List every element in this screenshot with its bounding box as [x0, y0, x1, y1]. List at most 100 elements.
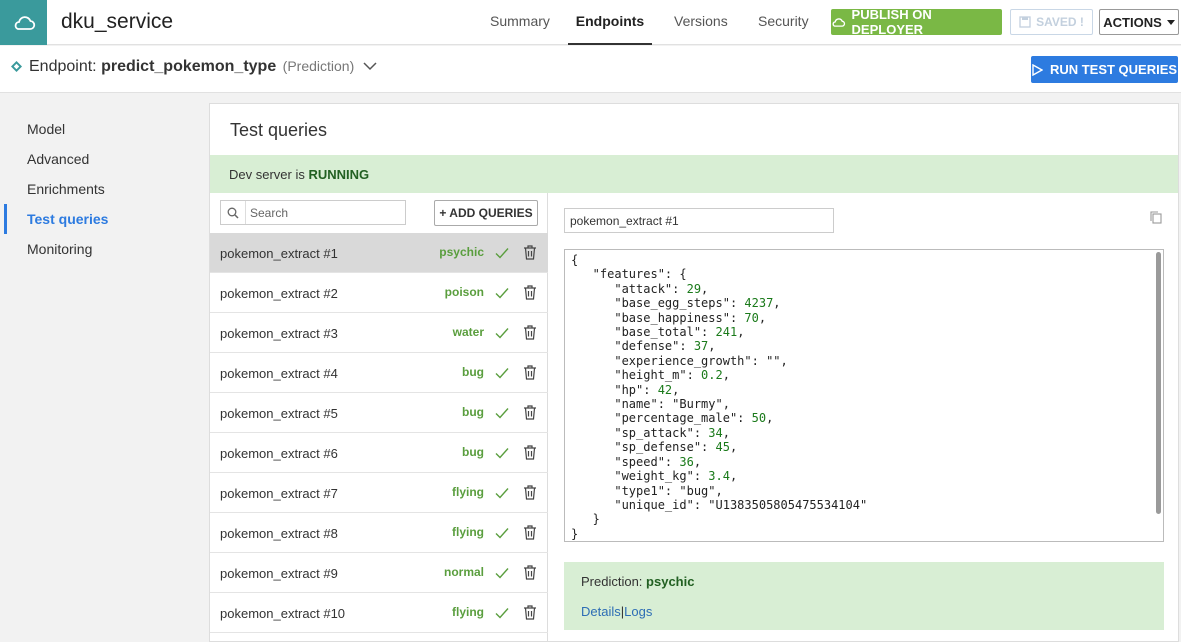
query-row[interactable]: pokemon_extract #2 poison [210, 273, 548, 313]
query-prediction-label: poison [444, 285, 484, 299]
status-prefix: Dev server is [229, 167, 305, 182]
trash-icon[interactable] [523, 485, 537, 500]
query-row[interactable]: pokemon_extract #8 flying [210, 513, 548, 553]
search-box [220, 200, 406, 225]
check-icon [495, 448, 509, 459]
query-name: pokemon_extract #2 [220, 286, 338, 301]
play-icon [1032, 63, 1043, 76]
check-icon [495, 248, 509, 259]
trash-icon[interactable] [523, 245, 537, 260]
query-row[interactable]: pokemon_extract #3 water [210, 313, 548, 353]
check-icon [495, 528, 509, 539]
check-icon [495, 488, 509, 499]
query-row[interactable]: pokemon_extract #7 flying [210, 473, 548, 513]
query-row[interactable]: pokemon_extract #5 bug [210, 393, 548, 433]
saved-label: SAVED ! [1036, 15, 1084, 29]
tab-summary[interactable]: Summary [490, 0, 550, 45]
editor-scrollbar[interactable] [1156, 252, 1161, 514]
query-name-field[interactable] [564, 208, 834, 233]
service-title: dku_service [61, 10, 174, 33]
publish-label: PUBLISH ON DEPLOYER [851, 7, 932, 37]
trash-icon[interactable] [523, 445, 537, 460]
nav-item-model[interactable]: Model [27, 121, 65, 137]
tab-endpoints[interactable]: Endpoints [568, 0, 652, 45]
left-nav: Model Advanced Enrichments Test queries … [0, 94, 200, 642]
nav-item-enrichments[interactable]: Enrichments [27, 181, 105, 197]
saved-button[interactable]: SAVED ! [1010, 9, 1093, 35]
query-prediction-label: psychic [439, 245, 484, 259]
query-row[interactable]: pokemon_extract #6 bug [210, 433, 548, 473]
nav-active-indicator [4, 204, 7, 234]
trash-icon[interactable] [523, 605, 537, 620]
nav-item-test-queries[interactable]: Test queries [27, 211, 108, 227]
details-link[interactable]: Details [581, 604, 621, 619]
test-queries-panel: Test queries Dev server is RUNNING + ADD… [209, 103, 1179, 642]
trash-icon[interactable] [523, 405, 537, 420]
cloud-icon [832, 17, 846, 27]
save-icon [1019, 16, 1031, 28]
check-icon [495, 408, 509, 419]
result-links: Details|Logs [581, 604, 652, 619]
query-prediction-label: bug [462, 405, 484, 419]
add-queries-button[interactable]: + ADD QUERIES [434, 200, 538, 226]
check-icon [495, 368, 509, 379]
actions-label: ACTIONS [1103, 14, 1162, 30]
trash-icon[interactable] [523, 325, 537, 340]
query-name: pokemon_extract #1 [220, 246, 338, 261]
trash-icon[interactable] [523, 285, 537, 300]
query-row[interactable]: pokemon_extract #1 psychic [210, 233, 548, 273]
run-test-queries-button[interactable]: RUN TEST QUERIES [1031, 56, 1178, 83]
query-name: pokemon_extract #4 [220, 366, 338, 381]
cloud-icon [14, 15, 35, 30]
query-json-editor[interactable]: { "features": { "attack": 29, "base_egg_… [564, 249, 1164, 542]
endpoint-selector[interactable]: Endpoint: predict_pokemon_type (Predicti… [29, 58, 377, 76]
query-name: pokemon_extract #6 [220, 446, 338, 461]
query-name: pokemon_extract #3 [220, 326, 338, 341]
query-row[interactable]: pokemon_extract #9 normal [210, 553, 548, 593]
query-prediction-label: bug [462, 365, 484, 379]
panel-title: Test queries [230, 120, 328, 140]
query-row[interactable]: pokemon_extract #10 flying [210, 593, 548, 633]
run-label: RUN TEST QUERIES [1049, 62, 1178, 77]
query-list: + ADD QUERIES pokemon_extract #1psychicp… [210, 193, 548, 642]
logs-link[interactable]: Logs [624, 604, 652, 619]
search-icon [221, 201, 246, 224]
trash-icon[interactable] [523, 525, 537, 540]
top-bar: dku_service Summary Endpoints Versions S… [0, 0, 1181, 45]
query-prediction-label: flying [452, 525, 484, 539]
caret-down-icon [1166, 19, 1175, 25]
tab-versions[interactable]: Versions [674, 0, 728, 45]
endpoint-header: Endpoint: predict_pokemon_type (Predicti… [0, 46, 1181, 93]
copy-icon[interactable] [1150, 211, 1162, 224]
publish-on-deployer-button[interactable]: PUBLISH ON DEPLOYER [831, 7, 1002, 37]
check-icon [495, 288, 509, 299]
query-prediction-label: normal [443, 565, 484, 579]
query-prediction-label: water [452, 325, 484, 339]
query-prediction-label: flying [452, 485, 484, 499]
endpoint-kind: (Prediction) [282, 58, 355, 74]
prediction-line: Prediction: psychic [581, 574, 694, 589]
trash-icon[interactable] [523, 365, 537, 380]
endpoint-name: predict_pokemon_type [101, 58, 277, 75]
trash-icon[interactable] [523, 565, 537, 580]
nav-item-advanced[interactable]: Advanced [27, 151, 89, 167]
actions-dropdown[interactable]: ACTIONS [1099, 9, 1179, 35]
query-name: pokemon_extract #5 [220, 406, 338, 421]
prediction-value: psychic [646, 574, 695, 589]
check-icon [495, 608, 509, 619]
query-row[interactable]: pokemon_extract #4 bug [210, 353, 548, 393]
query-prediction-label: bug [462, 445, 484, 459]
endpoint-prefix: Endpoint: [29, 58, 97, 75]
search-input[interactable] [247, 201, 405, 224]
chevron-down-icon[interactable] [363, 62, 377, 71]
nav-item-monitoring[interactable]: Monitoring [27, 241, 92, 257]
query-name: pokemon_extract #9 [220, 566, 338, 581]
query-name: pokemon_extract #7 [220, 486, 338, 501]
check-icon [495, 328, 509, 339]
status-value: RUNNING [308, 167, 370, 182]
app-logo[interactable] [0, 0, 47, 45]
query-prediction-label: flying [452, 605, 484, 619]
query-name: pokemon_extract #10 [220, 606, 346, 621]
tab-security[interactable]: Security [758, 0, 809, 45]
check-icon [495, 568, 509, 579]
